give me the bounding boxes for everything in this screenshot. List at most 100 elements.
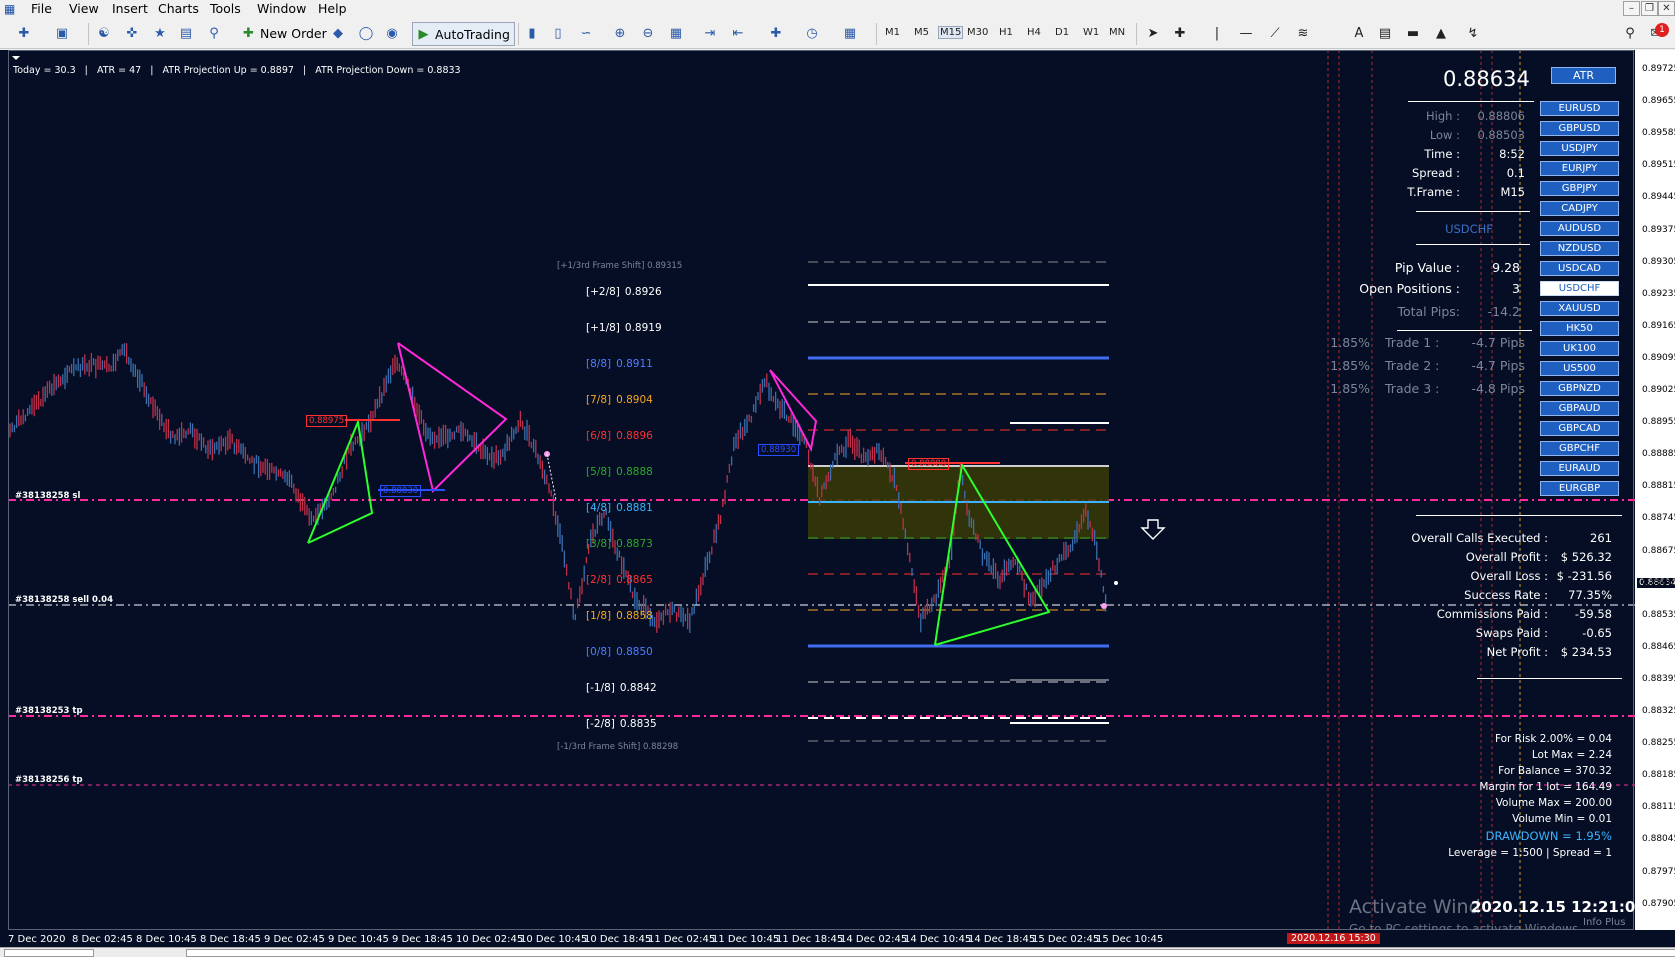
timeframe-w1[interactable]: W1 xyxy=(1083,27,1099,38)
symbol-button-uk100[interactable]: UK100 xyxy=(1540,341,1619,356)
time-axis-label: 10 Dec 10:45 xyxy=(520,934,588,945)
minimize-button[interactable]: – xyxy=(1623,1,1640,16)
signals-icon[interactable]: ◯ xyxy=(356,24,376,44)
timeframe-d1[interactable]: D1 xyxy=(1055,27,1069,38)
text-label-icon[interactable]: ▤ xyxy=(1375,24,1395,44)
new-order-button[interactable]: ✚ New Order xyxy=(238,22,327,46)
menu-charts[interactable]: Charts xyxy=(158,1,199,16)
triangle-icon[interactable]: ▲ xyxy=(1431,24,1451,44)
candlestick-icon[interactable]: ▯ xyxy=(548,24,568,44)
menu-view[interactable]: View xyxy=(69,1,99,16)
metaeditor-icon[interactable]: ◆ xyxy=(328,24,348,44)
timeframe-h4[interactable]: H4 xyxy=(1027,27,1041,38)
new-chart-icon[interactable]: ✚ xyxy=(14,24,34,44)
timeframe-m15[interactable]: M15 xyxy=(938,26,964,39)
time-axis-label: 9 Dec 18:45 xyxy=(392,934,453,945)
menu-help[interactable]: Help xyxy=(318,1,347,16)
stat-label: Commissions Paid : xyxy=(1436,607,1548,621)
symbol-button-audusd[interactable]: AUDUSD xyxy=(1540,221,1619,236)
trendline-icon[interactable]: ⟋ xyxy=(1265,24,1285,44)
restore-button[interactable]: ❐ xyxy=(1641,1,1658,16)
zoom-in-icon[interactable]: ⊕ xyxy=(610,24,630,44)
templates-icon[interactable]: ▦ xyxy=(840,24,860,44)
tile-windows-icon[interactable]: ▦ xyxy=(666,24,686,44)
search-icon[interactable]: ⚲ xyxy=(1620,24,1640,44)
symbol-button-xauusd[interactable]: XAUUSD xyxy=(1540,301,1619,316)
symbol-button-usdchf[interactable]: USDCHF xyxy=(1540,281,1619,296)
price-axis-label: 0.88325 xyxy=(1642,706,1675,716)
menu-window[interactable]: Window xyxy=(257,1,306,16)
fibonacci-icon[interactable]: ≋ xyxy=(1293,24,1313,44)
symbol-button-gbpnzd[interactable]: GBPNZD xyxy=(1540,381,1619,396)
time-axis-label: 7 Dec 2020 xyxy=(8,934,66,945)
periods-icon[interactable]: ◷ xyxy=(802,24,822,44)
atr-button[interactable]: ATR xyxy=(1551,67,1616,84)
murrey-level-tag: [7/8] xyxy=(586,394,612,406)
data-window-icon[interactable]: ✜ xyxy=(122,24,142,44)
navigator-icon[interactable]: ★ xyxy=(150,24,170,44)
murrey-level-value: 0.8850 xyxy=(616,646,653,658)
symbol-button-hk50[interactable]: HK50 xyxy=(1540,321,1619,336)
bar-chart-icon[interactable]: ▮ xyxy=(522,24,542,44)
price-axis-label: 0.89165 xyxy=(1642,320,1675,331)
trade-tp2-label[interactable]: #38138256 tp xyxy=(15,775,83,785)
timeframe-m1[interactable]: M1 xyxy=(885,27,900,38)
symbol-button-eurusd[interactable]: EURUSD xyxy=(1540,101,1619,116)
symbol-button-usdjpy[interactable]: USDJPY xyxy=(1540,141,1619,156)
market-watch-icon[interactable]: ☯ xyxy=(94,24,114,44)
symbol-button-eurgbp[interactable]: EURGBP xyxy=(1540,481,1619,496)
profiles-icon[interactable]: ▣ xyxy=(52,24,72,44)
rectangle-icon[interactable]: ▬ xyxy=(1403,24,1423,44)
trade-sell-label[interactable]: #38138258 sell 0.04 xyxy=(15,595,113,605)
symbol-button-euraud[interactable]: EURAUD xyxy=(1540,461,1619,476)
timeframe-h1[interactable]: H1 xyxy=(999,27,1013,38)
symbol-button-eurjpy[interactable]: EURJPY xyxy=(1540,161,1619,176)
low-value: 0.88503 xyxy=(1477,128,1525,142)
pattern-left-high-tag: 0.88975 xyxy=(306,415,348,427)
tester-icon[interactable]: ⚲ xyxy=(204,24,224,44)
timeframe-m30[interactable]: M30 xyxy=(967,27,988,38)
symbol-button-nzdusd[interactable]: NZDUSD xyxy=(1540,241,1619,256)
trade-sl-label[interactable]: #38138258 sl xyxy=(15,491,80,501)
symbol-button-usdcad[interactable]: USDCAD xyxy=(1540,261,1619,276)
zoom-out-icon[interactable]: ⊖ xyxy=(638,24,658,44)
crosshair-icon[interactable]: ✚ xyxy=(1170,24,1190,44)
chart-shift-icon[interactable]: ⇤ xyxy=(728,24,748,44)
time-axis-label: 8 Dec 18:45 xyxy=(200,934,261,945)
autotrading-button[interactable]: ▶ AutoTrading xyxy=(412,22,515,46)
line-chart-icon[interactable]: ∽ xyxy=(576,24,596,44)
close-button[interactable]: ✕ xyxy=(1658,1,1675,16)
price-axis-label: 0.89725 xyxy=(1642,64,1675,74)
price-axis-label: 0.88675 xyxy=(1642,545,1675,556)
menu-insert[interactable]: Insert xyxy=(112,1,148,16)
toolbar-separator xyxy=(88,23,89,45)
symbol-button-gbpcad[interactable]: GBPCAD xyxy=(1540,421,1619,436)
murrey-level-tag: [5/8] xyxy=(586,466,612,478)
vertical-line-icon[interactable]: | xyxy=(1207,24,1227,44)
chart-tab[interactable] xyxy=(4,949,94,957)
menu-file[interactable]: File xyxy=(31,1,52,16)
terminal-icon[interactable]: ▤ xyxy=(176,24,196,44)
symbol-button-gbpaud[interactable]: GBPAUD xyxy=(1540,401,1619,416)
notification-badge[interactable]: 1 xyxy=(1655,23,1669,37)
arrows-icon[interactable]: ↯ xyxy=(1463,24,1483,44)
symbol-button-gbpusd[interactable]: GBPUSD xyxy=(1540,121,1619,136)
chart-tab[interactable] xyxy=(186,949,1675,957)
timeframe-m5[interactable]: M5 xyxy=(914,27,929,38)
symbol-button-cadjpy[interactable]: CADJPY xyxy=(1540,201,1619,216)
symbol-button-gbpjpy[interactable]: GBPJPY xyxy=(1540,181,1619,196)
timeframe-mn[interactable]: MN xyxy=(1109,27,1125,38)
time-axis-label: 9 Dec 02:45 xyxy=(264,934,325,945)
murrey-level-value: 0.8896 xyxy=(616,430,653,442)
indicators-icon[interactable]: ✚ xyxy=(766,24,786,44)
menu-tools[interactable]: Tools xyxy=(210,1,241,16)
horizontal-line-icon[interactable]: — xyxy=(1236,24,1256,44)
toolbar-separator xyxy=(518,23,519,45)
autoscroll-icon[interactable]: ⇥ xyxy=(700,24,720,44)
market-icon[interactable]: ◉ xyxy=(382,24,402,44)
symbol-button-gbpchf[interactable]: GBPCHF xyxy=(1540,441,1619,456)
cursor-icon[interactable]: ➤ xyxy=(1143,24,1163,44)
text-icon[interactable]: A xyxy=(1349,24,1369,44)
trade-tp-label[interactable]: #38138253 tp xyxy=(15,706,83,716)
symbol-button-us500[interactable]: US500 xyxy=(1540,361,1619,376)
